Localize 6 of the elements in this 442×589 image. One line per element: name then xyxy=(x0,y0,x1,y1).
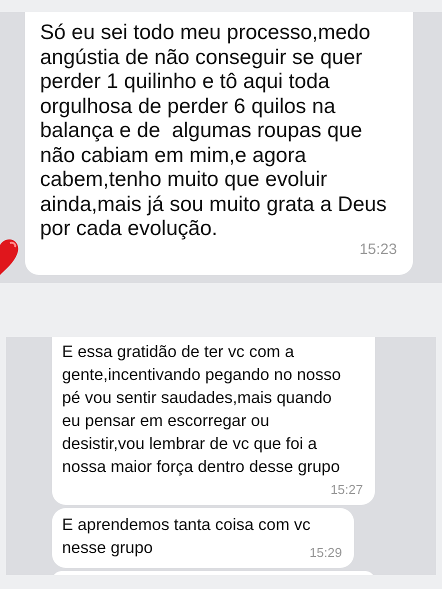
message-text: E aprendemos tanta coisa com vc nesse grupo xyxy=(62,515,311,557)
message-text: E essa gratidão de ter vc com a gente,incentivando pegando no nosso pé vou sentir saudades,mais quando eu pensar em escorregar ou desistir,vou lembrar de vc que foi a nossa maior força dentro desse grupo xyxy=(62,342,341,478)
message-time: 15:27 xyxy=(330,480,363,498)
message-time: 15:23 xyxy=(359,240,397,260)
message-time: 15:29 xyxy=(309,544,342,562)
message-text: Só eu sei todo meu processo,medo angústia de não conseguir se quer perder 1 quilinho e tô aqui toda orgulhosa de perder 6 quilos na balança e de algumas roupas que não cabiam em mim,e agora cabem,tenho muito que evoluir ainda,mais já sou muito grata a Deus por cada evolução. xyxy=(40,21,387,242)
